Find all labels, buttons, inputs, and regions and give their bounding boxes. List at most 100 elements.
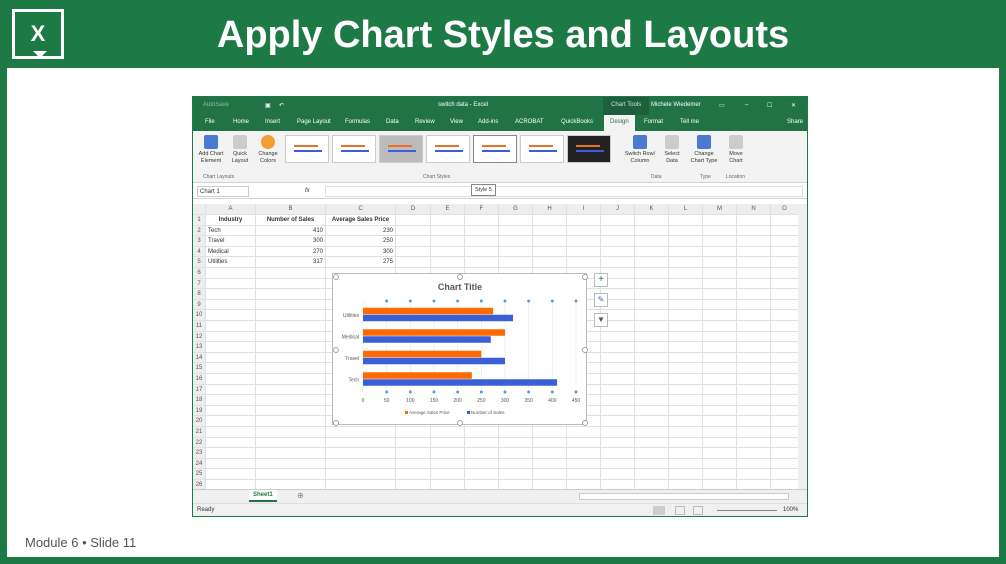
cell[interactable]: [703, 289, 737, 300]
cell[interactable]: [635, 236, 669, 247]
page-layout-view-button[interactable]: [675, 506, 685, 515]
cell[interactable]: [567, 458, 601, 470]
cell[interactable]: [669, 352, 703, 364]
cell[interactable]: [206, 469, 256, 480]
user-name[interactable]: Michele Wiedemer: [651, 102, 701, 108]
cell[interactable]: [206, 299, 256, 311]
cell[interactable]: 250: [326, 236, 396, 247]
chart-style-1[interactable]: [285, 135, 329, 163]
cell[interactable]: [431, 427, 465, 438]
chart-styles-brush-button[interactable]: ✎: [594, 293, 608, 307]
cell[interactable]: [703, 215, 737, 226]
cell[interactable]: [737, 321, 771, 332]
autosave-toggle[interactable]: AutoSave: [203, 102, 229, 108]
cell[interactable]: [206, 321, 256, 332]
cell[interactable]: [431, 225, 465, 237]
row-header[interactable]: 8: [193, 289, 206, 300]
column-header[interactable]: D: [396, 204, 431, 215]
cell[interactable]: [499, 458, 533, 470]
cell[interactable]: Industry: [206, 215, 256, 226]
ribbon-display-icon[interactable]: ▭: [719, 102, 725, 109]
cell[interactable]: Utilities: [206, 257, 256, 268]
cell[interactable]: [635, 384, 669, 396]
cell[interactable]: [771, 225, 799, 237]
cell[interactable]: [669, 246, 703, 258]
cell[interactable]: [635, 427, 669, 438]
cell[interactable]: [703, 278, 737, 290]
cell[interactable]: [206, 352, 256, 364]
cell[interactable]: [703, 268, 737, 279]
cell[interactable]: [206, 331, 256, 343]
cell[interactable]: [499, 427, 533, 438]
cell[interactable]: [635, 416, 669, 427]
tab-design[interactable]: Design: [604, 115, 635, 131]
page-break-view-button[interactable]: [693, 506, 703, 515]
cell[interactable]: [737, 299, 771, 311]
cell[interactable]: [206, 374, 256, 385]
cell[interactable]: [737, 246, 771, 258]
cell[interactable]: [533, 427, 567, 438]
row-header[interactable]: 13: [193, 342, 206, 353]
cell[interactable]: [465, 236, 499, 247]
cell[interactable]: [669, 363, 703, 374]
cell[interactable]: [206, 458, 256, 470]
cell[interactable]: [431, 469, 465, 480]
cell[interactable]: [256, 458, 326, 470]
column-header[interactable]: J: [601, 204, 635, 215]
row-header[interactable]: 20: [193, 416, 206, 427]
cell[interactable]: Number of Sales: [256, 215, 326, 226]
cell[interactable]: [465, 437, 499, 449]
cell[interactable]: 270: [256, 246, 326, 258]
cell[interactable]: [703, 257, 737, 268]
cell[interactable]: [256, 289, 326, 300]
cell[interactable]: Travel: [206, 236, 256, 247]
cell[interactable]: [601, 469, 635, 480]
cell[interactable]: [669, 321, 703, 332]
cell[interactable]: [206, 278, 256, 290]
cell[interactable]: [737, 257, 771, 268]
chart-style-3[interactable]: [379, 135, 423, 163]
cell[interactable]: [499, 225, 533, 237]
cell[interactable]: [601, 448, 635, 459]
cell[interactable]: [669, 437, 703, 449]
cell[interactable]: [635, 342, 669, 353]
cell[interactable]: [601, 374, 635, 385]
cell[interactable]: [703, 246, 737, 258]
chart-style-2[interactable]: [332, 135, 376, 163]
cell[interactable]: [256, 448, 326, 459]
cell[interactable]: [256, 321, 326, 332]
cell[interactable]: [669, 416, 703, 427]
cell[interactable]: [396, 448, 431, 459]
cell[interactable]: [635, 289, 669, 300]
cell[interactable]: [533, 448, 567, 459]
cell[interactable]: [465, 458, 499, 470]
cell[interactable]: [669, 384, 703, 396]
row-header[interactable]: 15: [193, 363, 206, 374]
cell[interactable]: [703, 374, 737, 385]
cell[interactable]: [635, 268, 669, 279]
cell[interactable]: [256, 416, 326, 427]
chart-style-4[interactable]: [426, 135, 470, 163]
row-header[interactable]: 24: [193, 458, 206, 470]
cell[interactable]: [256, 427, 326, 438]
cell[interactable]: [601, 384, 635, 396]
select-data-button[interactable]: Select Data: [661, 135, 683, 165]
cell[interactable]: [771, 416, 799, 427]
cell[interactable]: [771, 268, 799, 279]
cell[interactable]: [669, 289, 703, 300]
column-header[interactable]: I: [567, 204, 601, 215]
cell[interactable]: [326, 458, 396, 470]
cell[interactable]: [601, 363, 635, 374]
column-header[interactable]: M: [703, 204, 737, 215]
tab-view[interactable]: View: [450, 119, 463, 125]
cell[interactable]: [499, 448, 533, 459]
cell[interactable]: [499, 236, 533, 247]
cell[interactable]: [703, 299, 737, 311]
cell[interactable]: [256, 437, 326, 449]
cell[interactable]: [567, 257, 601, 268]
tab-review[interactable]: Review: [415, 119, 435, 125]
cell[interactable]: [499, 437, 533, 449]
cell[interactable]: [703, 395, 737, 406]
cell[interactable]: [567, 427, 601, 438]
cell[interactable]: [206, 384, 256, 396]
